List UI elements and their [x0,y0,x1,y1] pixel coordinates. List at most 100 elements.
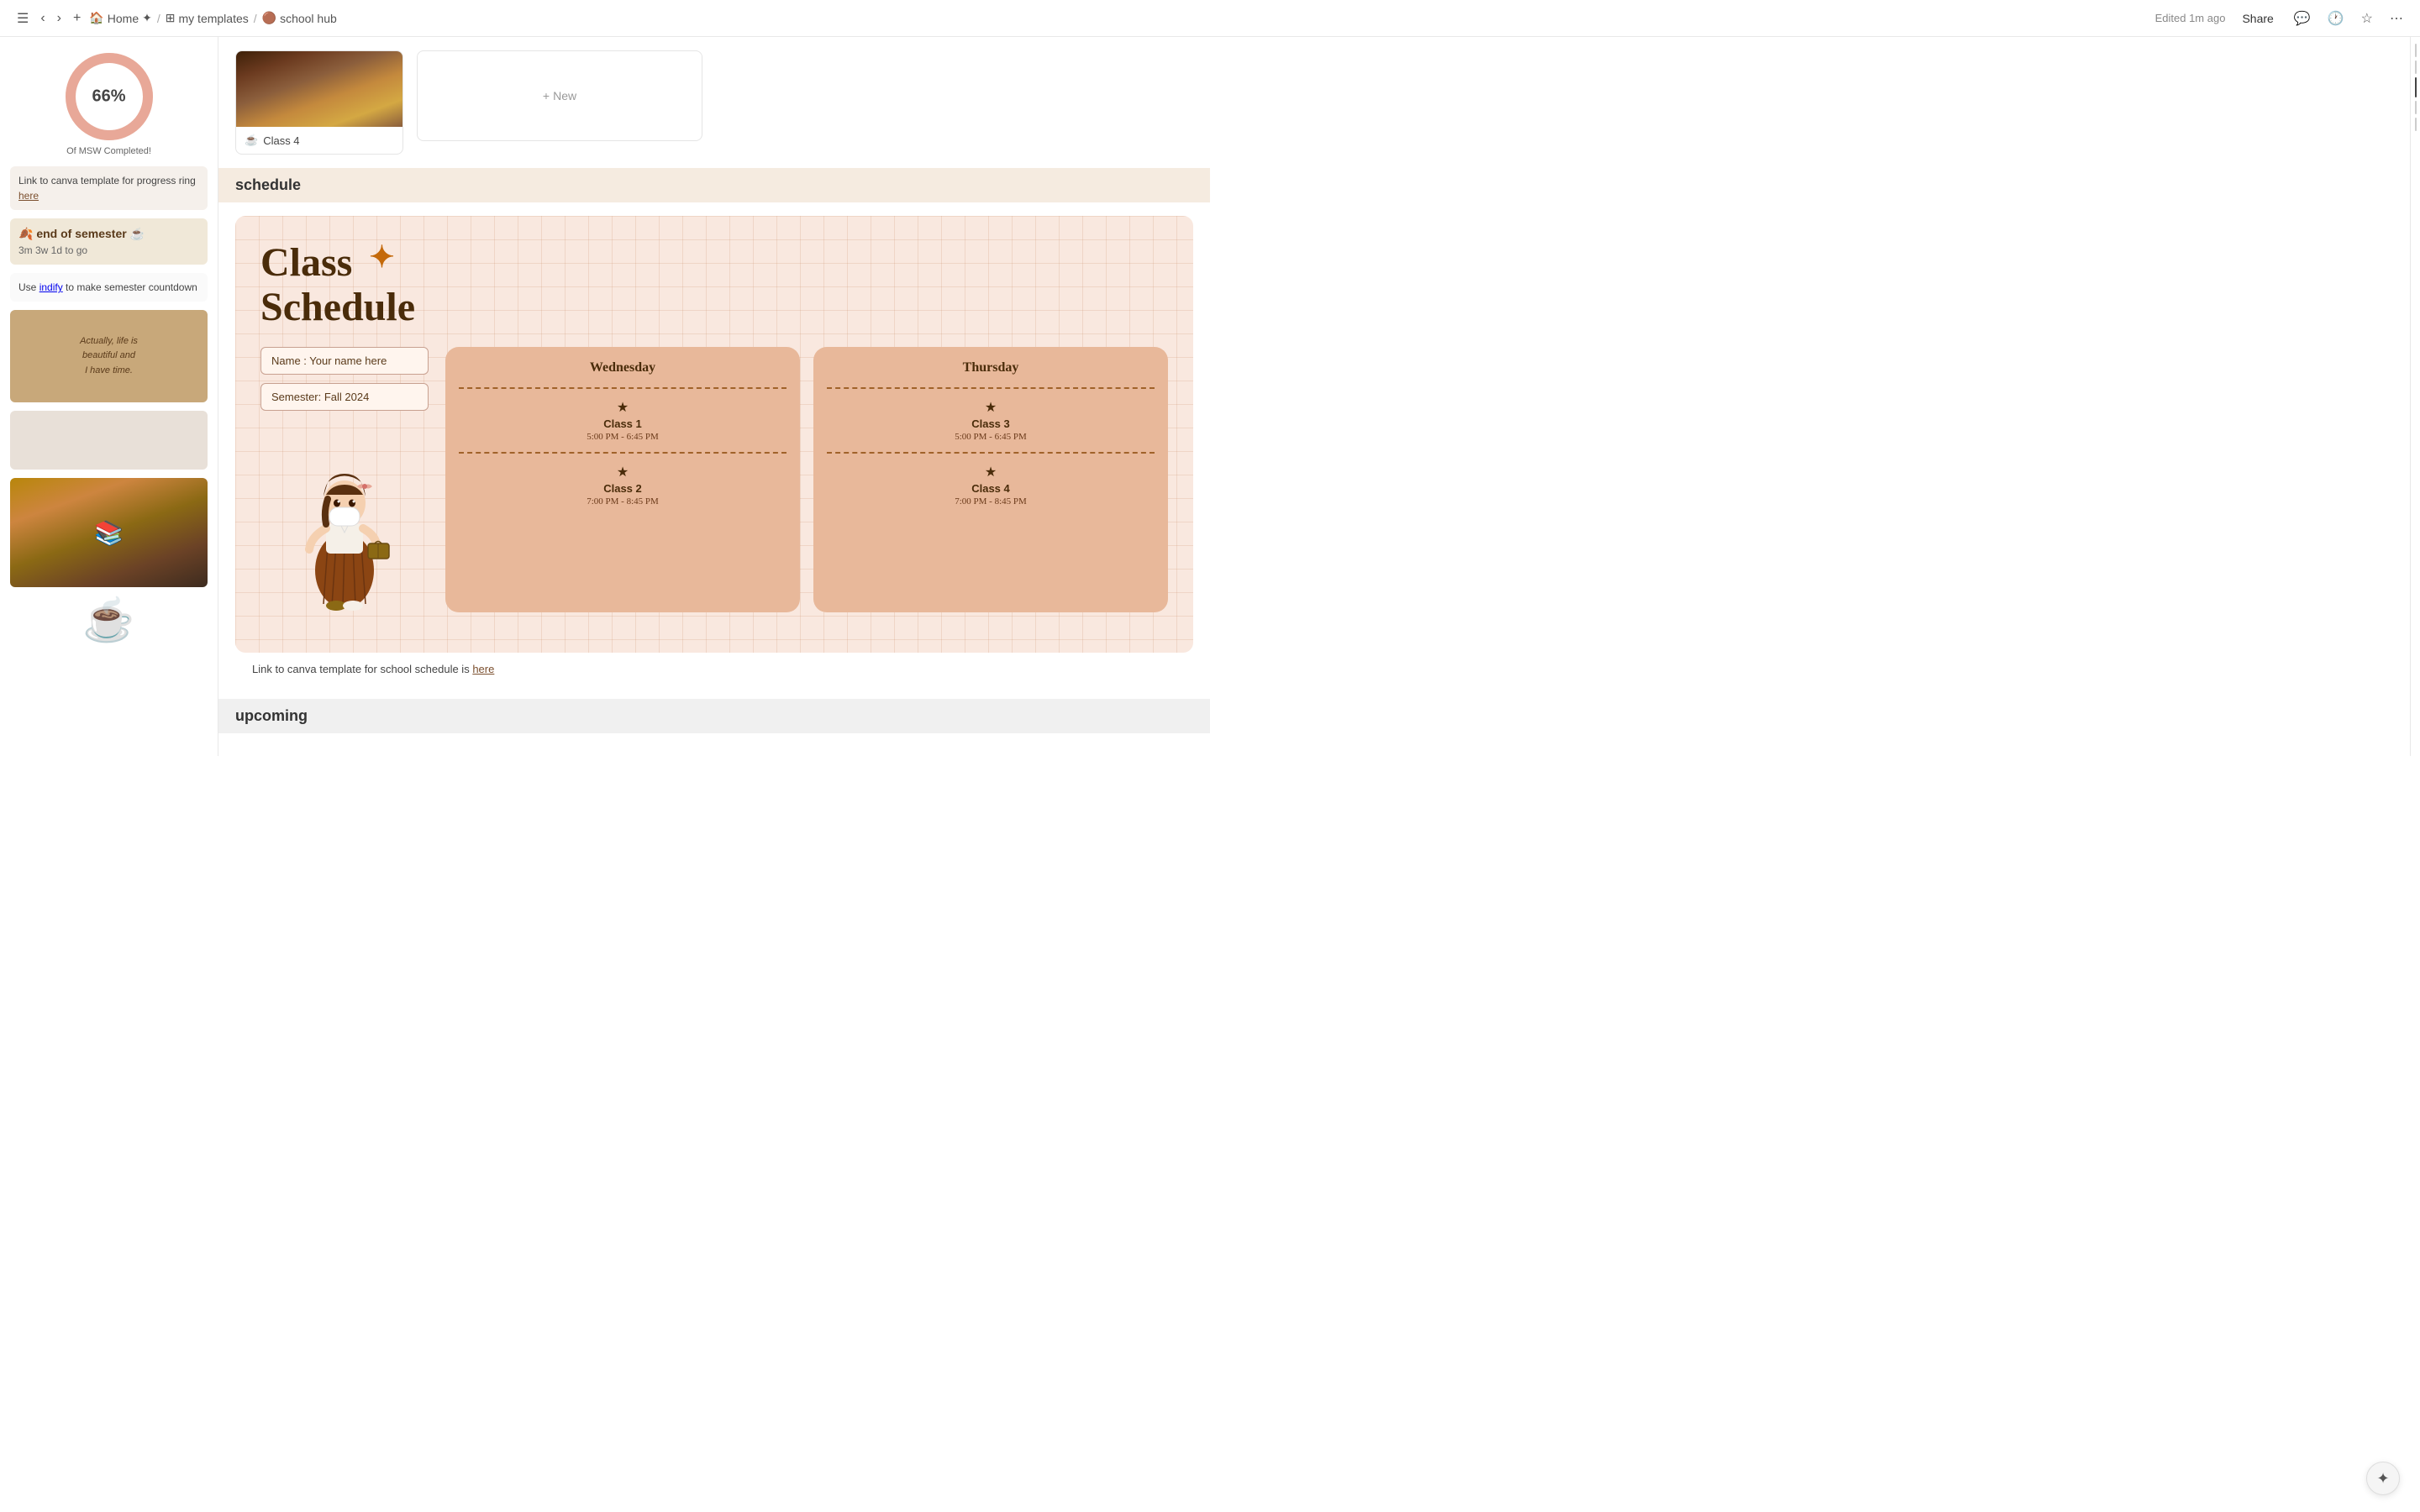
home-breadcrumb[interactable]: 🏠 Home ✦ [89,11,152,25]
forward-button[interactable]: › [54,8,65,29]
class-4-label: Class 4 [263,134,299,147]
home-label: Home [108,12,139,25]
class1-name: Class 1 [459,417,786,430]
page-emoji-icon: 🟤 [262,11,276,25]
thursday-class-3: ★ Class 3 5:00 PM - 6:45 PM [827,394,1155,447]
class2-time: 7:00 PM - 8:45 PM [459,496,786,507]
class-4-footer: ☕ Class 4 [236,127,402,154]
teacup-container: ☕ [10,596,208,645]
templates-icon: ⊞ [166,11,176,25]
schedule-graphic: Class ✦ Schedule Name : Your name here S… [235,216,1193,653]
scroll-line-active [2415,77,2417,97]
end-semester-title: 🍂 end of semester ☕ [18,227,199,241]
wednesday-class-2: ★ Class 2 7:00 PM - 8:45 PM [459,459,786,512]
favorite-button[interactable]: ☆ [2358,7,2376,30]
class-4-icon: ☕ [245,134,258,147]
wednesday-label: Wednesday [459,360,786,375]
new-card[interactable]: + New [417,50,702,141]
schedule-title-text: schedule [235,176,301,193]
schedule-header: schedule [218,168,1210,202]
class4-name: Class 4 [827,482,1155,495]
top-nav: ☰ ‹ › + 🏠 Home ✦ / ⊞ my templates / 🟤 sc… [0,0,2420,37]
hamburger-button[interactable]: ☰ [13,7,32,30]
scroll-line-4 [2415,118,2417,131]
indify-prefix: Use [18,281,39,293]
templates-breadcrumb[interactable]: ⊞ my templates [166,11,249,25]
nav-right: Edited 1m ago Share 💬 🕐 ☆ ⋯ [2155,7,2407,30]
edited-timestamp: Edited 1m ago [2155,12,2226,24]
sparkle-icon: ✦ [142,11,152,25]
nav-left: ☰ ‹ › + 🏠 Home ✦ / ⊞ my templates / 🟤 sc… [13,7,2149,30]
class4-star-icon: ★ [827,464,1155,480]
class1-time: 5:00 PM - 6:45 PM [459,432,786,442]
quote-line2: beautiful and [82,350,135,360]
class-card-4[interactable]: ☕ Class 4 [235,50,403,155]
right-scrollbar[interactable] [2410,37,2420,756]
star-icon: ☆ [2361,12,2373,26]
student-illustration [260,428,429,612]
class3-star-icon: ★ [827,399,1155,416]
class2-star-icon: ★ [459,464,786,480]
indify-suffix: to make semester countdown [66,281,197,293]
templates-label: my templates [179,12,249,25]
share-button[interactable]: Share [2235,8,2280,29]
canva-schedule-link: Link to canva template for school schedu… [235,653,1193,685]
page-label: school hub [280,12,337,25]
canva-progress-link[interactable]: here [18,190,39,202]
history-icon: 🕐 [2328,12,2344,26]
bookshelf-illustration: 📚 [10,478,208,587]
indify-box: Use indify to make semester countdown [10,273,208,302]
content-area: ☕ Class 4 + New schedule Class ✦ [218,37,1210,756]
quote-line3: I have time. [85,365,133,375]
comment-icon: 💬 [2294,12,2311,26]
sidebar: 66% Of MSW Completed! Link to canva temp… [0,37,218,756]
semester-countdown: 3m 3w 1d to go [18,244,199,256]
class4-time: 7:00 PM - 8:45 PM [827,496,1155,507]
schedule-title-class: Class ✦ [260,240,395,285]
scroll-line-1 [2415,44,2417,57]
progress-percent: 66% [92,87,125,107]
autumn-leaf-icon: 🍂 [18,227,33,240]
class-cards-row: ☕ Class 4 + New [218,37,1210,168]
progress-ring: 66% [63,50,155,143]
wednesday-divider-1 [459,387,786,389]
ellipsis-icon: ⋯ [2390,12,2403,26]
class1-star-icon: ★ [459,399,786,416]
name-field[interactable]: Name : Your name here [260,347,429,375]
schedule-title-area: Class ✦ Schedule [260,241,1168,330]
canva-link-text: Link to canva template for progress ring [18,175,196,186]
schedule-body: Name : Your name here Semester: Fall 202… [260,347,1168,612]
breadcrumb-sep-1: / [157,12,160,25]
wednesday-class-1: ★ Class 1 5:00 PM - 6:45 PM [459,394,786,447]
class3-name: Class 3 [827,417,1155,430]
main-layout: 66% Of MSW Completed! Link to canva temp… [0,37,1210,756]
breadcrumb-sep-2: / [254,12,257,25]
quote-line1: Actually, life is [80,336,138,346]
more-options-button[interactable]: ⋯ [2386,7,2407,30]
home-icon: 🏠 [89,11,103,25]
plus-icon: + [543,89,550,102]
page-breadcrumb[interactable]: 🟤 school hub [262,11,337,25]
teacup-icon: ☕ [82,596,134,645]
comment-button[interactable]: 💬 [2291,7,2314,30]
indify-link[interactable]: indify [39,281,63,293]
float-action-button[interactable]: ✦ [2366,1462,2400,1495]
upcoming-title-text: upcoming [235,707,308,724]
end-semester-label: end of semester ☕ [36,227,145,240]
back-button[interactable]: ‹ [37,8,48,29]
bookshelf-inner: 📚 [10,478,208,587]
schedule-title-schedule: Schedule [260,285,415,329]
semester-field[interactable]: Semester: Fall 2024 [260,383,429,411]
canva-schedule-link-anchor[interactable]: here [472,663,494,675]
history-button[interactable]: 🕐 [2324,7,2348,30]
new-card-label: New [553,89,576,102]
schedule-days: Wednesday ★ Class 1 5:00 PM - 6:45 PM ★ … [445,347,1168,612]
upcoming-header: upcoming [218,699,1210,733]
sidebar-image-strip [10,411,208,470]
new-tab-button[interactable]: + [70,8,84,29]
wednesday-card: Wednesday ★ Class 1 5:00 PM - 6:45 PM ★ … [445,347,800,612]
canva-schedule-link-text: Link to canva template for school schedu… [252,663,472,675]
schedule-content: Class ✦ Schedule Name : Your name here S… [218,202,1210,699]
thursday-card: Thursday ★ Class 3 5:00 PM - 6:45 PM ★ C… [813,347,1168,612]
class-4-image [236,51,402,127]
